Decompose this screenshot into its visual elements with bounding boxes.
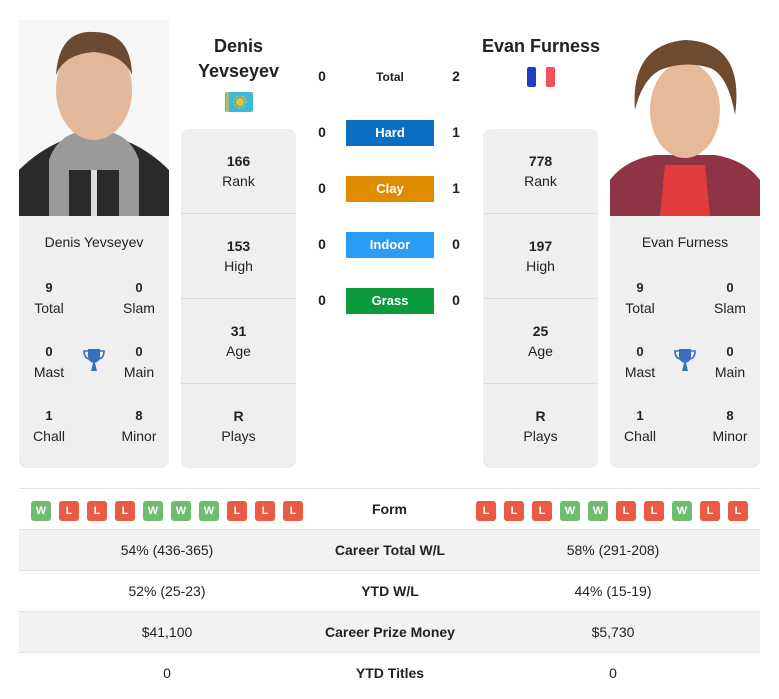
form-label: Form	[372, 501, 407, 517]
player1-titles-total: 9 Total	[34, 280, 64, 316]
player1-titles-mast: 0 Mast	[33, 344, 65, 380]
player2-career-wl: 58% (291-208)	[566, 542, 660, 558]
player2-photo	[610, 20, 760, 216]
player1-age: 31 Age	[226, 323, 251, 359]
h2h-row-grass[interactable]: 0 Grass 0	[310, 288, 470, 314]
player2-ytd-titles: 0	[609, 665, 617, 681]
h2h-p2-clay: 1	[452, 180, 460, 196]
player1-high: 153 High	[224, 238, 253, 274]
form-loss-badge[interactable]: L	[115, 501, 135, 521]
form-loss-badge[interactable]: L	[616, 501, 636, 521]
player1-titles-chall: 1 Chall	[33, 408, 65, 444]
player1-titles-card: Denis Yevseyev 9 Total 0 Slam 0 Mast 0 M…	[19, 216, 169, 468]
player2-titles-main: 0 Main	[714, 344, 746, 380]
player2-name-heading[interactable]: Evan Furness	[470, 34, 612, 59]
form-loss-badge[interactable]: L	[728, 501, 748, 521]
form-win-badge[interactable]: W	[143, 501, 163, 521]
form-loss-badge[interactable]: L	[644, 501, 664, 521]
player1-stats: 166 Rank 153 High 31 Age R Plays	[181, 129, 296, 468]
form-loss-badge[interactable]: L	[283, 501, 303, 521]
player2-stats: 778 Rank 197 High 25 Age R Plays	[483, 129, 598, 468]
h2h-p2-indoor: 0	[452, 236, 460, 252]
h2h-row-total: 0 Total 2	[310, 64, 470, 90]
player2-titles-mast: 0 Mast	[624, 344, 656, 380]
player2-titles-minor: 8 Minor	[712, 408, 748, 444]
h2h-row-indoor[interactable]: 0 Indoor 0	[310, 232, 470, 258]
surface-hard-badge[interactable]: Hard	[346, 120, 434, 146]
player1-titles-main: 0 Main	[123, 344, 155, 380]
player1-rank: 166 Rank	[222, 153, 255, 189]
form-win-badge[interactable]: W	[199, 501, 219, 521]
player2-titles-total: 9 Total	[625, 280, 655, 316]
surface-clay-badge[interactable]: Clay	[346, 176, 434, 202]
h2h-p2-total: 2	[452, 68, 460, 84]
player2-age: 25 Age	[528, 323, 553, 359]
kazakhstan-flag-icon	[225, 92, 253, 112]
form-win-badge[interactable]: W	[31, 501, 51, 521]
form-loss-badge[interactable]: L	[532, 501, 552, 521]
player2-high: 197 High	[526, 238, 555, 274]
h2h-p1-hard: 0	[318, 124, 326, 140]
player1-ytd-wl: 52% (25-23)	[128, 583, 206, 599]
player2-plays: R Plays	[523, 408, 558, 444]
player2-rank: 778 Rank	[524, 153, 557, 189]
h2h-p2-grass: 0	[452, 292, 460, 308]
h2h-p1-grass: 0	[318, 292, 326, 308]
prize-money-label: Career Prize Money	[325, 624, 455, 640]
player1-name-heading[interactable]: Denis Yevseyev	[181, 34, 296, 84]
player2-card-name: Evan Furness	[641, 234, 729, 250]
h2h-row-clay[interactable]: 0 Clay 1	[310, 176, 470, 202]
player1-ytd-titles: 0	[163, 665, 171, 681]
player2-ytd-wl: 44% (15-19)	[574, 583, 652, 599]
player1-photo	[19, 20, 169, 216]
surface-grass-badge[interactable]: Grass	[346, 288, 434, 314]
form-win-badge[interactable]: W	[588, 501, 608, 521]
h2h-row-hard[interactable]: 0 Hard 1	[310, 120, 470, 146]
player1-prize-money: $41,100	[141, 624, 193, 640]
player1-plays: R Plays	[221, 408, 256, 444]
form-loss-badge[interactable]: L	[504, 501, 524, 521]
player2-titles-slam: 0 Slam	[714, 280, 746, 316]
france-flag-icon	[527, 67, 555, 87]
ytd-wl-label: YTD W/L	[361, 583, 419, 599]
ytd-titles-label: YTD Titles	[355, 665, 425, 681]
surface-indoor-badge[interactable]: Indoor	[346, 232, 434, 258]
comparison-row-prize-money: $41,100 Career Prize Money $5,730	[19, 612, 760, 653]
player1-titles-slam: 0 Slam	[123, 280, 155, 316]
comparison-row-ytd-titles: 0 YTD Titles 0	[19, 653, 760, 694]
form-loss-badge[interactable]: L	[59, 501, 79, 521]
player1-first-name: Denis	[213, 36, 264, 56]
form-win-badge[interactable]: W	[672, 501, 692, 521]
h2h-label-total: Total	[376, 70, 404, 84]
player1-card-name: Denis Yevseyev	[44, 234, 144, 250]
comparison-row-career-wl: 54% (436-365) Career Total W/L 58% (291-…	[19, 530, 760, 571]
form-loss-badge[interactable]: L	[227, 501, 247, 521]
trophy-icon	[673, 347, 697, 373]
h2h-p2-hard: 1	[452, 124, 460, 140]
form-loss-badge[interactable]: L	[255, 501, 275, 521]
h2h-p1-clay: 0	[318, 180, 326, 196]
player2-titles-card: Evan Furness 9 Total 0 Slam 0 Mast 0 Mai…	[610, 216, 760, 468]
player2-titles-chall: 1 Chall	[624, 408, 656, 444]
career-wl-label: Career Total W/L	[334, 542, 446, 558]
h2h-p1-indoor: 0	[318, 236, 326, 252]
form-win-badge[interactable]: W	[560, 501, 580, 521]
form-loss-badge[interactable]: L	[476, 501, 496, 521]
player1-career-wl: 54% (436-365)	[120, 542, 214, 558]
form-win-badge[interactable]: W	[171, 501, 191, 521]
trophy-icon	[82, 347, 106, 373]
form-loss-badge[interactable]: L	[87, 501, 107, 521]
h2h-p1-total: 0	[318, 68, 326, 84]
form-loss-badge[interactable]: L	[700, 501, 720, 521]
player2-prize-money: $5,730	[591, 624, 635, 640]
form-row: WLLLWWWLLL Form LLLWWLLWLL	[19, 488, 760, 530]
comparison-row-ytd-wl: 52% (25-23) YTD W/L 44% (15-19)	[19, 571, 760, 612]
player1-titles-minor: 8 Minor	[121, 408, 157, 444]
player1-last-name: Yevseyev	[197, 61, 280, 81]
